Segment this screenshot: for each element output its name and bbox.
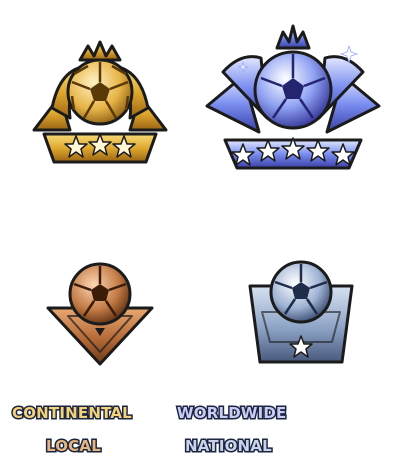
national-label: NATIONAL [184,436,274,457]
local-label: LOCAL [45,436,103,457]
continental-badge [30,38,170,168]
bronze-trophy-icon [46,262,154,366]
platinum-trophy-icon [205,24,381,170]
local-badge [44,256,156,368]
worldwide-label: WORLDWIDE [175,403,287,424]
continental-label: CONTINENTAL [11,403,134,424]
worldwide-badge [203,22,383,172]
silver-trophy-icon [248,260,354,364]
gold-trophy-icon [32,40,168,164]
national-badge [246,256,356,368]
